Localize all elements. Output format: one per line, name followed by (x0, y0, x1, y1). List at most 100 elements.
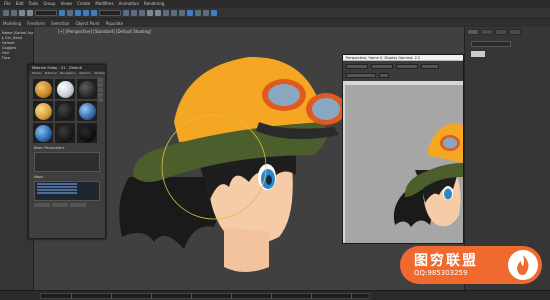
hierarchy-tab[interactable] (495, 29, 507, 35)
redo-icon[interactable] (11, 10, 17, 16)
schematic-view-icon[interactable] (179, 10, 185, 16)
motion-tab[interactable] (509, 29, 521, 35)
maps-list[interactable] (34, 181, 100, 201)
material-slot[interactable] (55, 101, 75, 121)
select-scale-icon[interactable] (91, 10, 97, 16)
curve-editor-icon[interactable] (171, 10, 177, 16)
menu-rendering[interactable]: Rendering (144, 0, 164, 8)
timeline-tick (151, 294, 152, 299)
pupil-shape (266, 175, 272, 185)
material-slot[interactable] (77, 101, 97, 121)
rendered-goggle-lens (443, 137, 457, 149)
menu-create[interactable]: Create (77, 0, 90, 8)
maps-label[interactable]: Maps (34, 175, 105, 179)
material-slot[interactable] (33, 79, 53, 99)
basic-parameters-label[interactable]: Basic Parameters (34, 146, 105, 150)
mirror-icon[interactable] (147, 10, 153, 16)
menu-views[interactable]: Views (61, 0, 73, 8)
backlight-icon[interactable] (98, 83, 103, 87)
rendered-character (393, 123, 463, 227)
map-row[interactable] (37, 189, 77, 191)
material-slot[interactable] (77, 123, 97, 143)
material-slot[interactable] (33, 101, 53, 121)
sample-sphere (78, 80, 96, 98)
viewport-dropdown[interactable] (371, 64, 393, 69)
link-icon[interactable] (19, 10, 25, 16)
tab-freeform[interactable]: Freeform (27, 21, 45, 26)
render-production-icon[interactable] (211, 10, 217, 16)
material-slot[interactable] (33, 123, 53, 143)
sample-sphere (56, 80, 74, 98)
object-color-swatch[interactable] (471, 51, 485, 57)
menu-options[interactable]: Options (79, 71, 91, 76)
material-editor-buttons (34, 203, 100, 207)
undo-icon[interactable] (3, 10, 9, 16)
parameters-rollout[interactable] (34, 152, 100, 172)
select-move-icon[interactable] (75, 10, 81, 16)
assign-material-button[interactable] (52, 203, 68, 207)
angle-snap-icon[interactable] (131, 10, 137, 16)
material-editor-icon[interactable] (187, 10, 193, 16)
rendered-frame-icon[interactable] (203, 10, 209, 16)
render-setup-icon[interactable] (195, 10, 201, 16)
map-row[interactable] (37, 186, 77, 188)
tab-object-paint[interactable]: Object Paint (75, 21, 99, 26)
video-check-icon[interactable] (98, 98, 103, 102)
layer-manager-icon[interactable] (163, 10, 169, 16)
map-row[interactable] (37, 183, 77, 185)
object-name-field[interactable] (471, 41, 511, 47)
create-tab[interactable] (467, 29, 479, 35)
sample-sphere (34, 124, 52, 142)
reference-coordinate-dropdown[interactable] (99, 10, 121, 16)
menu-group[interactable]: Group (43, 0, 55, 8)
render-preset-dropdown[interactable] (396, 64, 418, 69)
time-slider[interactable] (40, 293, 370, 299)
tab-populate[interactable]: Populate (106, 21, 123, 26)
tree-item[interactable]: Face (2, 56, 32, 61)
menu-utilities[interactable]: Utilities (94, 71, 105, 76)
3dsmax-window: File Edit Tools Group Views Create Modif… (0, 0, 550, 300)
slot-side-tools (98, 78, 103, 102)
background-icon[interactable] (98, 88, 103, 92)
tab-selection[interactable]: Selection (51, 21, 69, 26)
save-image-icon[interactable] (379, 72, 389, 78)
menu-tools[interactable]: Tools (28, 0, 38, 8)
select-rotate-icon[interactable] (83, 10, 89, 16)
menu-modes[interactable]: Modes (32, 71, 42, 76)
uv-tiling-icon[interactable] (98, 93, 103, 97)
menu-modifiers[interactable]: Modifiers (95, 0, 113, 8)
scene-tree: Name (Sorted Ascending) ▸ Girl_Head Helm… (2, 31, 47, 61)
production-dropdown[interactable] (346, 72, 376, 78)
modify-tab[interactable] (481, 29, 493, 35)
material-slot[interactable] (77, 79, 97, 99)
rendered-frame-window: Perspective, frame 0, Display Gamma: 2.2 (342, 54, 464, 244)
tab-modeling[interactable]: Modeling (3, 21, 21, 26)
select-object-icon[interactable] (59, 10, 65, 16)
unlink-icon[interactable] (27, 10, 33, 16)
render-button[interactable] (421, 64, 439, 69)
reset-material-button[interactable] (70, 203, 86, 207)
rendered-iris (444, 188, 452, 200)
get-material-button[interactable] (34, 203, 50, 207)
timeline-tick (351, 294, 352, 299)
timeline-tick (71, 294, 72, 299)
sample-type-icon[interactable] (98, 78, 103, 82)
menu-navigation[interactable]: Navigation (60, 71, 76, 76)
menu-animation[interactable]: Animation (119, 0, 139, 8)
map-row[interactable] (37, 192, 77, 194)
watermark-badge: 图穷联盟 QQ:985303259 (400, 246, 542, 284)
goggle-right-lens (312, 98, 340, 120)
material-slot[interactable] (55, 79, 75, 99)
selection-filter-dropdown[interactable] (35, 10, 57, 16)
area-to-render-dropdown[interactable] (346, 64, 368, 69)
timeline-tick (311, 294, 312, 299)
material-slot[interactable] (55, 123, 75, 143)
menu-material[interactable]: Material (45, 71, 57, 76)
percent-snap-icon[interactable] (139, 10, 145, 16)
snap-icon[interactable] (123, 10, 129, 16)
select-by-name-icon[interactable] (67, 10, 73, 16)
menu-file[interactable]: File (4, 0, 11, 8)
align-icon[interactable] (155, 10, 161, 16)
goggle-left-lens (268, 84, 300, 106)
menu-edit[interactable]: Edit (16, 0, 24, 8)
